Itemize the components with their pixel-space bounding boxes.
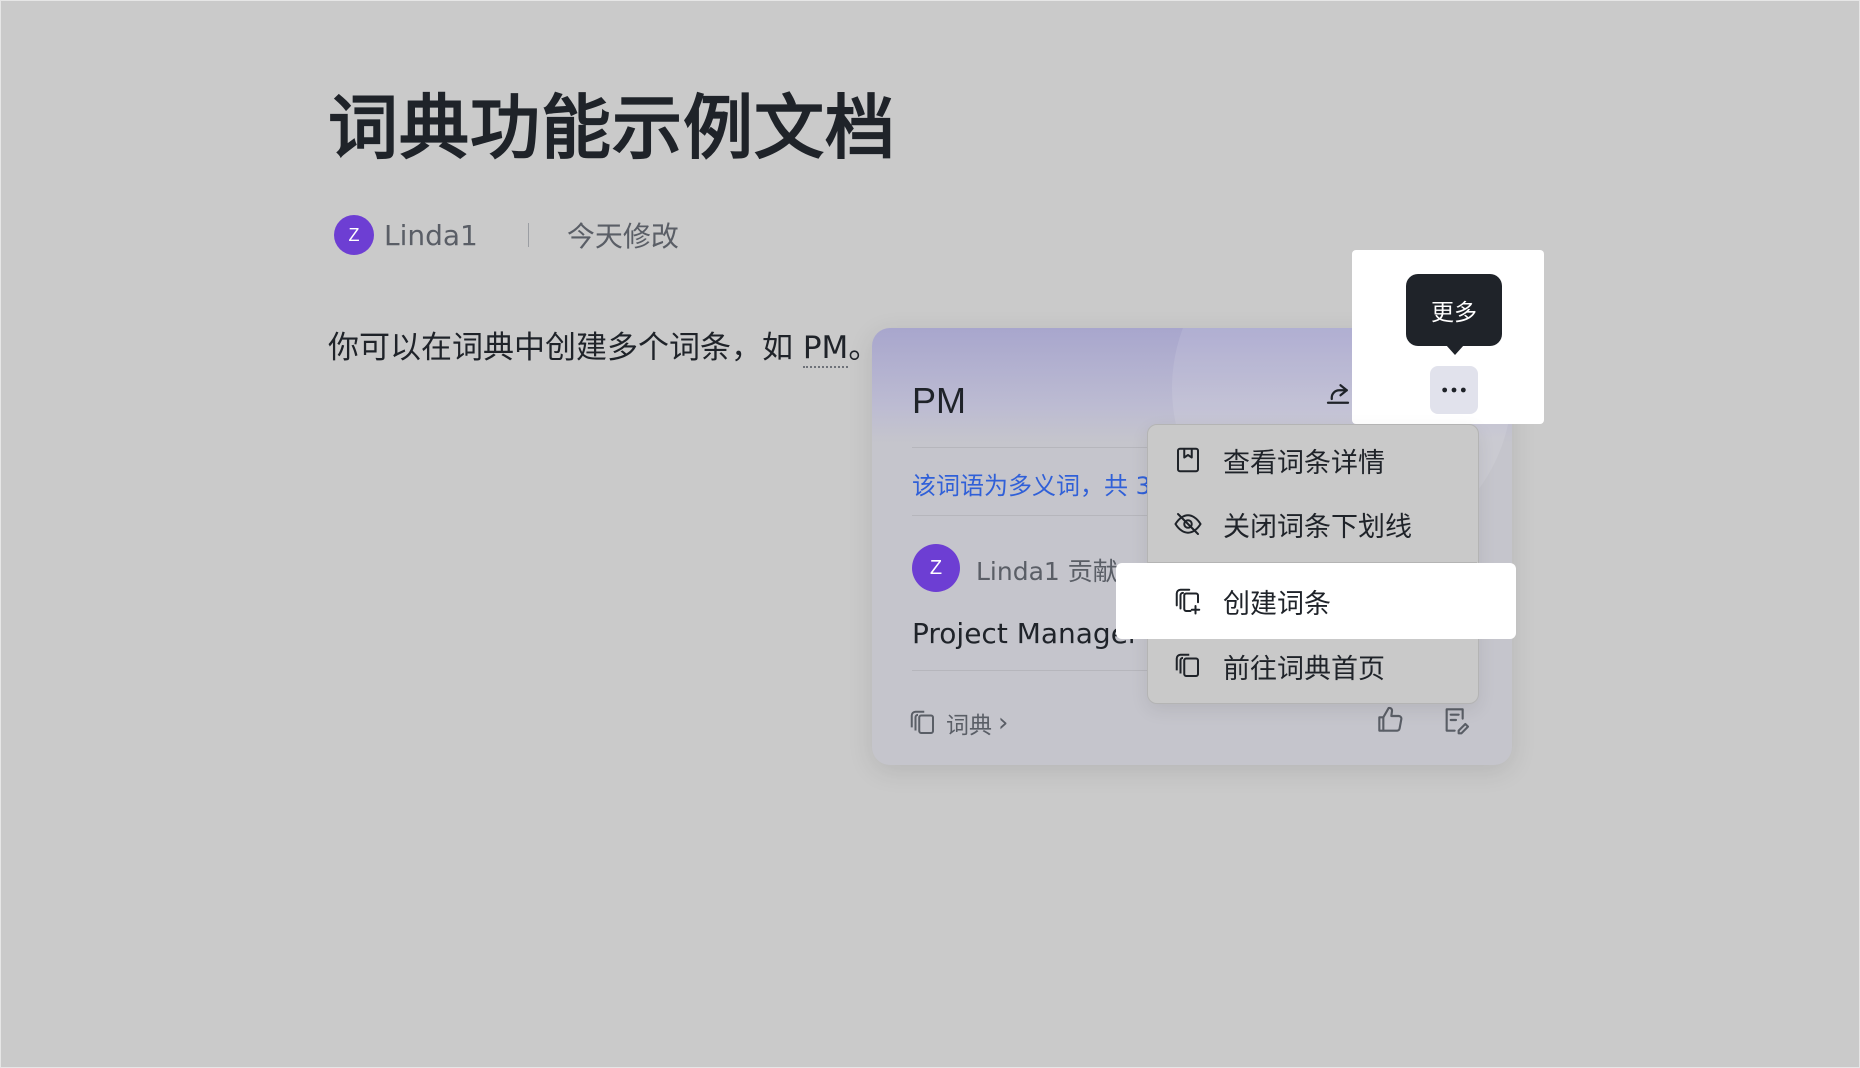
feedback-button[interactable]	[1436, 700, 1476, 740]
document-meta: Z Linda1 今天修改	[334, 214, 679, 256]
note-edit-icon	[1445, 708, 1470, 735]
menu-item-hide-underline[interactable]: 关闭词条下划线	[1147, 494, 1477, 554]
menu-item-label: 创建词条	[1223, 588, 1331, 620]
menu-item-create-entry[interactable]: 创建词条	[1116, 563, 1516, 639]
menu-item-dictionary-home[interactable]: 前往词典首页	[1147, 636, 1477, 696]
menu-item-label: 关闭词条下划线	[1223, 511, 1412, 543]
menu-item-label: 前往词典首页	[1223, 653, 1385, 685]
modified-time: 今天修改	[566, 220, 679, 253]
dictionary-link[interactable]: 词典 ›	[908, 706, 1008, 740]
more-tooltip: 更多	[1406, 274, 1502, 355]
like-button[interactable]	[1370, 700, 1410, 740]
dictionary-add-icon	[1171, 584, 1205, 618]
dictionary-link-label: 词典	[946, 713, 992, 739]
document-paragraph: 你可以在词典中创建多个词条，如 PM。	[328, 326, 879, 370]
author-avatar[interactable]: Z	[334, 215, 374, 255]
menu-item-label: 查看词条详情	[1223, 447, 1385, 479]
polysemy-note-link[interactable]: 该词语为多义词，共 3	[912, 466, 1151, 501]
page-title: 词典功能示例文档	[328, 87, 896, 169]
dictionary-term-link[interactable]: PM	[802, 330, 849, 368]
eye-off-icon	[1171, 507, 1205, 541]
share-icon	[1326, 384, 1350, 404]
contributor-avatar[interactable]: Z	[912, 544, 960, 592]
paragraph-text: 你可以在词典中创建多个词条，如	[328, 330, 803, 366]
menu-item-view-details[interactable]: 查看词条详情	[1147, 430, 1477, 490]
more-button[interactable]	[1430, 366, 1478, 414]
meta-divider	[527, 223, 529, 247]
thumbs-up-icon	[1378, 706, 1403, 732]
card-term-title: PM	[912, 380, 966, 421]
bookmark-icon	[1171, 443, 1205, 477]
dictionary-icon	[910, 710, 934, 734]
contributor-label: Linda1 贡献	[976, 557, 1118, 586]
chevron-right-icon: ›	[998, 708, 1009, 738]
dictionary-icon	[1171, 649, 1205, 683]
more-horizontal-icon	[1442, 387, 1466, 393]
author-name[interactable]: Linda1	[384, 219, 478, 252]
